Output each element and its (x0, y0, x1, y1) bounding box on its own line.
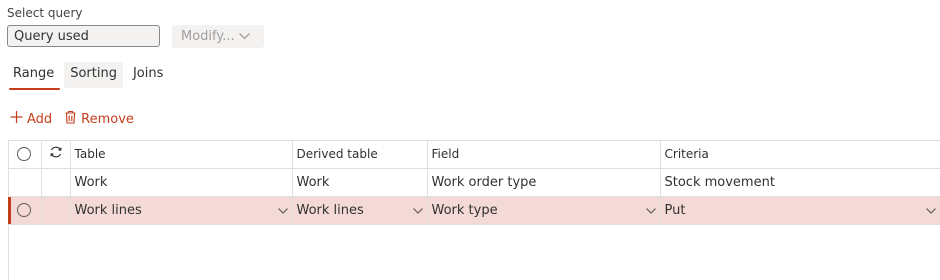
chevron-down-icon (238, 29, 250, 44)
table-row[interactable]: Work lines Work lines Work type Put (8, 196, 940, 225)
range-toolbar: Add Remove (10, 110, 134, 128)
query-tabs: Range Sorting Joins (7, 62, 173, 90)
table-row[interactable]: Work Work Work order type Stock movement (8, 168, 940, 197)
cell-criteria-select[interactable]: Put (660, 196, 940, 225)
select-all-cell[interactable] (8, 140, 42, 169)
column-header-derived-table[interactable]: Derived table (292, 140, 428, 169)
select-query-label: Select query (7, 6, 83, 20)
add-button-label: Add (27, 111, 53, 127)
row-radio-icon[interactable] (17, 203, 32, 217)
cell-derived-table-select[interactable]: Work lines (292, 196, 428, 225)
remove-button[interactable]: Remove (64, 110, 134, 128)
chevron-down-icon[interactable] (412, 203, 423, 218)
cell-field-select[interactable]: Work type (427, 196, 661, 225)
column-header-table[interactable]: Table (70, 140, 293, 169)
row-marker-cell (41, 196, 71, 225)
remove-button-label: Remove (81, 111, 134, 127)
row-select-cell[interactable] (8, 168, 42, 197)
cell-criteria[interactable]: Stock movement (660, 168, 940, 197)
trash-icon (64, 110, 77, 128)
cell-table[interactable]: Work (70, 168, 293, 197)
tab-joins[interactable]: Joins (127, 62, 169, 88)
select-all-radio-icon[interactable] (17, 147, 32, 161)
plus-icon (10, 110, 23, 128)
row-select-cell[interactable] (8, 196, 42, 225)
cell-field-value: Work type (431, 202, 498, 218)
modify-button-label: Modify... (181, 29, 235, 44)
cell-field[interactable]: Work order type (427, 168, 661, 197)
row-marker-cell (41, 168, 71, 197)
cell-derived-table[interactable]: Work (292, 168, 428, 197)
chevron-down-icon[interactable] (925, 203, 936, 218)
cell-table-value: Work lines (74, 202, 142, 218)
refresh-cell[interactable] (41, 140, 71, 169)
tab-range[interactable]: Range (7, 62, 61, 90)
modify-button[interactable]: Modify... (172, 25, 264, 48)
grid-header-row: Table Derived table Field Criteria (8, 140, 940, 169)
chevron-down-icon[interactable] (645, 203, 656, 218)
cell-table-select[interactable]: Work lines (70, 196, 293, 225)
cell-derived-table-value: Work lines (296, 202, 364, 218)
cell-criteria-value: Put (664, 202, 686, 218)
tab-sorting[interactable]: Sorting (64, 62, 123, 88)
refresh-icon[interactable] (49, 146, 63, 162)
range-grid: Table Derived table Field Criteria Work … (8, 140, 940, 225)
query-input[interactable] (7, 25, 160, 47)
add-button[interactable]: Add (10, 110, 52, 128)
column-header-field[interactable]: Field (427, 140, 661, 169)
chevron-down-icon[interactable] (277, 203, 288, 218)
column-header-criteria[interactable]: Criteria (660, 140, 940, 169)
